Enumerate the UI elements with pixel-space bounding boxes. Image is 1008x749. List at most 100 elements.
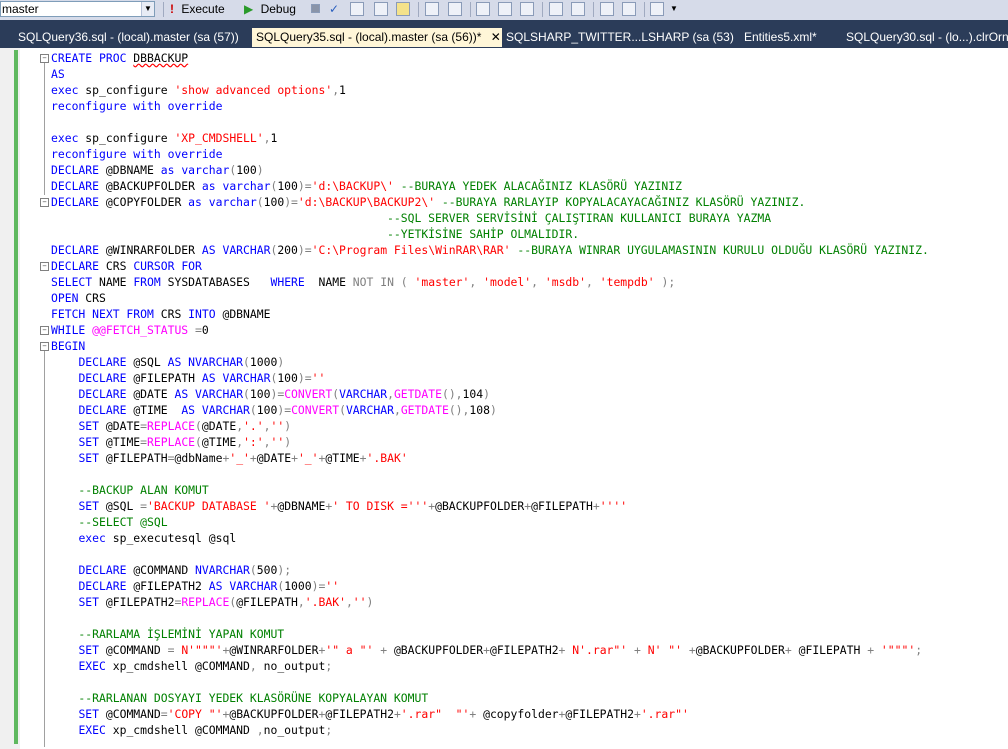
code-line[interactable]: DECLARE @SQL AS NVARCHAR(1000) [51, 354, 1006, 370]
database-select[interactable]: master ▼ [0, 1, 155, 17]
toolbar-overflow-icon[interactable]: ▼ [670, 1, 678, 17]
code-line[interactable]: DECLARE CRS CURSOR FOR [51, 258, 1006, 274]
debug-button[interactable]: ▶ Debug [244, 1, 296, 17]
code-line[interactable] [51, 674, 1006, 690]
code-token: ); [654, 275, 676, 289]
code-line[interactable]: exec sp_configure 'XP_CMDSHELL',1 [51, 130, 1006, 146]
code-line[interactable]: DECLARE @COMMAND NVARCHAR(500); [51, 562, 1006, 578]
close-icon[interactable]: ✕ [491, 30, 501, 44]
execute-label: Execute [181, 2, 225, 16]
collapse-icon[interactable]: − [40, 342, 49, 351]
code-token: 500 [256, 563, 278, 577]
results-to-file-icon[interactable] [520, 2, 534, 16]
code-line[interactable]: reconfigure with override [51, 98, 1006, 114]
code-line[interactable]: EXEC xp_cmdshell @COMMAND ,no_output; [51, 722, 1006, 738]
tab-sqlsharp-twitter[interactable]: SQLSHARP_TWITTER...LSHARP (sa (53)) [502, 28, 734, 47]
tab-sqlquery30[interactable]: SQLQuery30.sql - (lo...).clrOrne [842, 28, 1008, 47]
code-line[interactable] [51, 466, 1006, 482]
results-to-grid-icon-2[interactable] [498, 2, 512, 16]
client-statistics-icon[interactable] [448, 2, 462, 16]
code-area[interactable]: CREATE PROC DBBACKUP AS exec sp_configure … [51, 50, 1006, 738]
code-line[interactable]: --YETKİSİNE SAHİP OLMALIDIR. [51, 226, 1006, 242]
code-line[interactable]: DECLARE @DBNAME as varchar(100) [51, 162, 1006, 178]
code-token: SYSDATABASES [167, 275, 271, 289]
code-line[interactable]: --SELECT @SQL [51, 514, 1006, 530]
query-editor[interactable]: − − − − − CREATE PROC DBBACKUP AS exec sp_… [0, 48, 1008, 749]
specify-template-values-icon[interactable] [650, 2, 664, 16]
code-token: SET [78, 451, 106, 465]
tab-sqlquery36[interactable]: SQLQuery36.sql - (local).master (sa (57)… [14, 28, 246, 47]
code-token: @WINRARFOLDER [229, 643, 319, 657]
code-token: )= [311, 579, 326, 593]
code-line[interactable]: SET @FILEPATH=@dbName+'_'+@DATE+'_'+@TIM… [51, 450, 1006, 466]
code-line[interactable]: --RARLAMA İŞLEMİNİ YAPAN KOMUT [51, 626, 1006, 642]
collapse-icon[interactable]: − [40, 198, 49, 207]
uncomment-lines-icon[interactable] [571, 2, 585, 16]
query-toolbar: master ▼ ! Execute ▶ Debug ✓ ▼ [0, 0, 1008, 20]
code-token: CREATE PROC [51, 51, 134, 65]
chevron-down-icon[interactable]: ▼ [141, 2, 154, 16]
results-to-text-icon[interactable] [476, 2, 490, 16]
code-token: SET [78, 707, 106, 721]
code-line[interactable]: EXEC xp_cmdshell @COMMAND, no_output; [51, 658, 1006, 674]
execute-button[interactable]: ! Execute [170, 1, 225, 17]
code-token: WHILE [51, 323, 93, 337]
code-line[interactable]: SET @SQL ='BACKUP DATABASE '+@DBNAME+' T… [51, 498, 1006, 514]
code-line[interactable]: SET @FILEPATH2=REPLACE(@FILEPATH,'.BAK',… [51, 594, 1006, 610]
code-token: 1 [339, 83, 346, 97]
code-line[interactable]: --RARLANAN DOSYAYI YEDEK KLASÖRÜNE KOPYA… [51, 690, 1006, 706]
code-line[interactable]: DECLARE @COPYFOLDER as varchar(100)='d:\… [51, 194, 1006, 210]
decrease-indent-icon[interactable] [600, 2, 614, 16]
comment-lines-icon[interactable] [549, 2, 563, 16]
code-line[interactable] [51, 610, 1006, 626]
code-token: NOT IN ( [352, 275, 415, 289]
collapse-icon[interactable]: − [40, 326, 49, 335]
code-line[interactable]: OPEN CRS [51, 290, 1006, 306]
code-line[interactable] [51, 114, 1006, 130]
code-line[interactable]: DECLARE @TIME AS VARCHAR(100)=CONVERT(VA… [51, 402, 1006, 418]
code-line[interactable]: DECLARE @DATE AS VARCHAR(100)=CONVERT(VA… [51, 386, 1006, 402]
code-line[interactable]: reconfigure with override [51, 146, 1006, 162]
code-line[interactable]: SET @DATE=REPLACE(@DATE,'.','') [51, 418, 1006, 434]
code-line[interactable]: SET @TIME=REPLACE(@TIME,':','') [51, 434, 1006, 450]
code-token: sp_configure [85, 131, 175, 145]
code-line[interactable]: DECLARE @BACKUPFOLDER as varchar(100)='d… [51, 178, 1006, 194]
code-line[interactable]: CREATE PROC DBBACKUP [51, 50, 1006, 66]
code-line[interactable]: FETCH NEXT FROM CRS INTO @DBNAME [51, 306, 1006, 322]
code-line[interactable]: --BACKUP ALAN KOMUT [51, 482, 1006, 498]
code-token: + [483, 643, 490, 657]
code-line[interactable]: DECLARE @WINRARFOLDER AS VARCHAR(200)='C… [51, 242, 1006, 258]
code-line[interactable]: DECLARE @FILEPATH AS VARCHAR(100)='' [51, 370, 1006, 386]
code-line[interactable]: BEGIN [51, 338, 1006, 354]
code-line[interactable]: DECLARE @FILEPATH2 AS VARCHAR(1000)='' [51, 578, 1006, 594]
code-token: , [393, 403, 401, 417]
code-line[interactable]: SET @COMMAND = N'"""'+@WINRARFOLDER+'" a… [51, 642, 1006, 658]
code-token: + [627, 643, 648, 657]
parse-checkmark-icon[interactable]: ✓ [329, 1, 339, 17]
code-token: + [784, 643, 799, 657]
include-actual-plan-icon[interactable] [425, 2, 439, 16]
collapse-icon[interactable]: − [40, 54, 49, 63]
database-select-value: master [2, 2, 39, 16]
code-token: DECLARE [78, 403, 134, 417]
code-line[interactable]: WHILE @@FETCH_STATUS =0 [51, 322, 1006, 338]
code-token: exec [51, 83, 86, 97]
collapse-icon[interactable]: − [40, 262, 49, 271]
code-line[interactable]: AS [51, 66, 1006, 82]
code-line[interactable]: SET @COMMAND='COPY "'+@BACKUPFOLDER+@FIL… [51, 706, 1006, 722]
query-options-icon[interactable] [374, 2, 388, 16]
code-line[interactable]: --SQL SERVER SERVİSİNİ ÇALIŞTIRAN KULLAN… [51, 210, 1006, 226]
code-line[interactable]: exec sp_configure 'show advanced options… [51, 82, 1006, 98]
code-token: DBBACKUP [133, 51, 189, 65]
code-line[interactable]: SELECT NAME FROM SYSDATABASES WHERE NAME… [51, 274, 1006, 290]
code-line[interactable]: exec sp_executesql @sql [51, 530, 1006, 546]
display-estimated-plan-icon[interactable] [350, 2, 364, 16]
stop-icon[interactable] [311, 4, 320, 13]
tab-sqlquery35[interactable]: SQLQuery35.sql - (local).master (sa (56)… [252, 28, 502, 47]
results-to-grid-icon[interactable] [396, 2, 410, 16]
tab-entities5[interactable]: Entities5.xml* [740, 28, 838, 47]
code-line[interactable] [51, 546, 1006, 562]
increase-indent-icon[interactable] [622, 2, 636, 16]
